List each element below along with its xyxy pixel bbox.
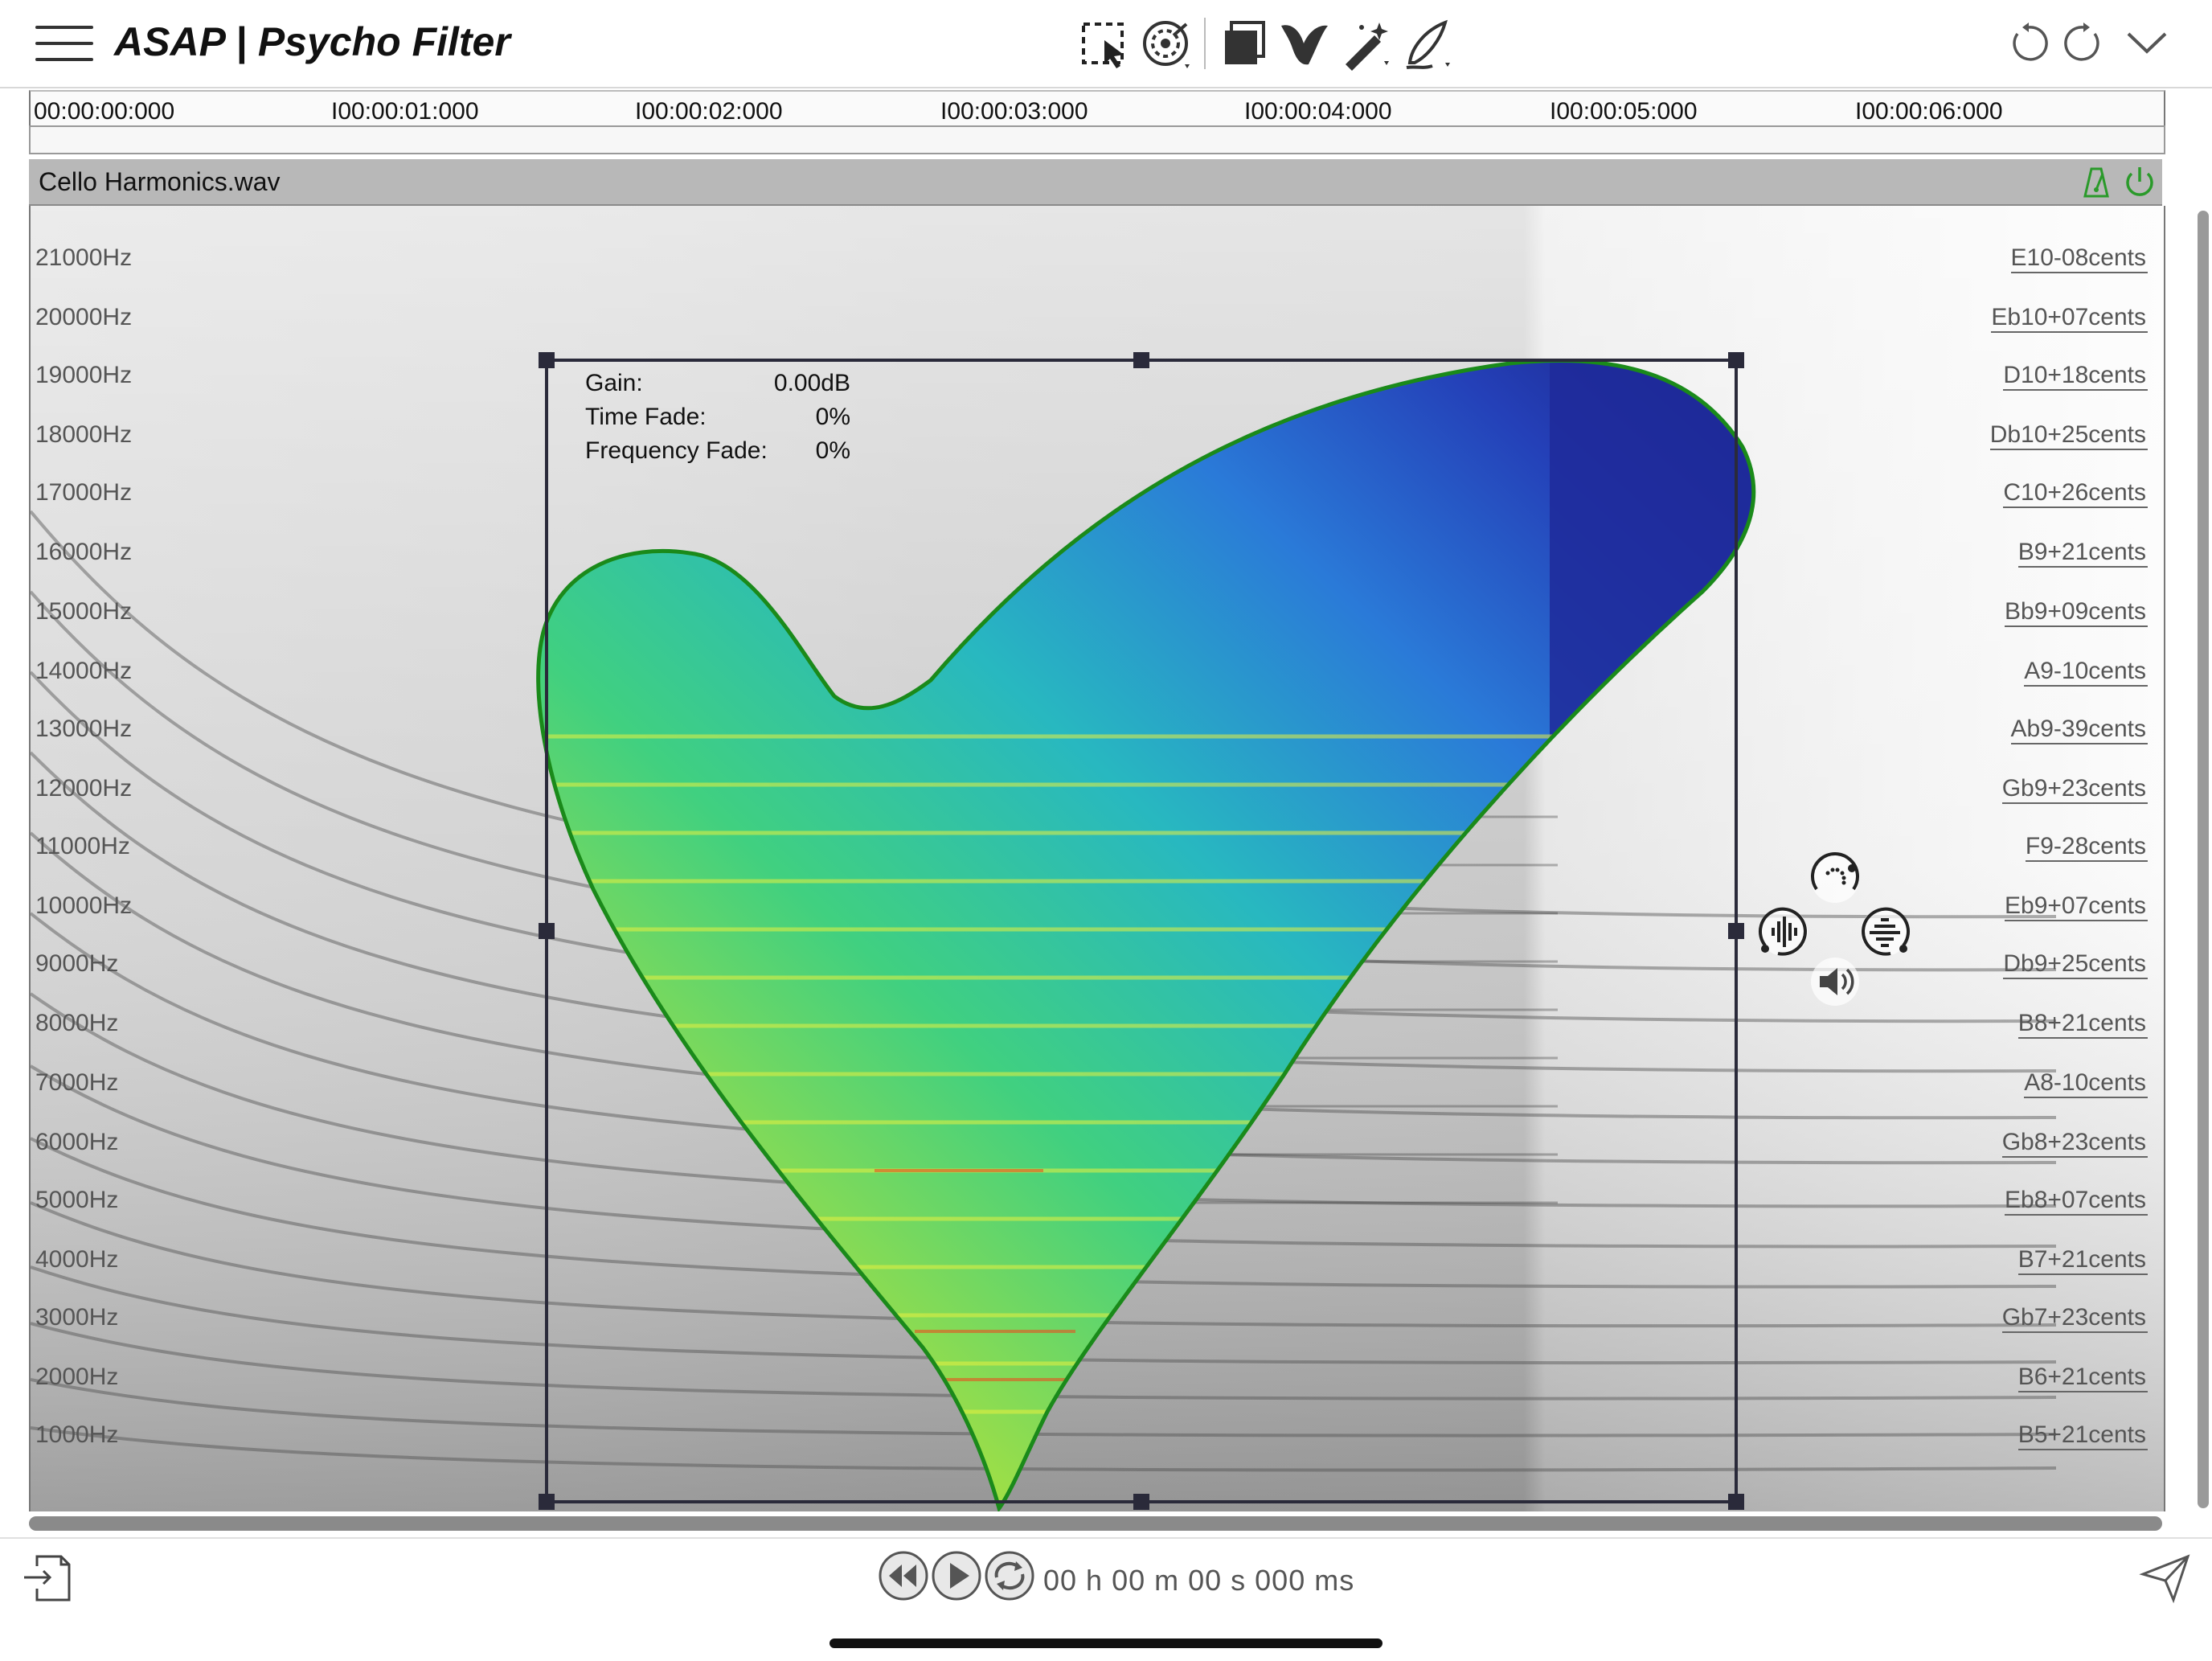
frequency-label: 16000Hz (35, 539, 133, 565)
frequency-label: 15000Hz (35, 598, 133, 625)
timeline-tick: I00:00:01:000 (331, 98, 479, 125)
resize-handle[interactable] (1728, 923, 1744, 939)
frequency-label: 7000Hz (35, 1069, 119, 1096)
pitch-label: A9-10cents (2024, 658, 2148, 687)
pen-icon[interactable] (1400, 16, 1456, 72)
frequency-fade-row[interactable]: Frequency Fade: 0% (585, 434, 850, 468)
pitch-label: Db10+25cents (1989, 421, 2148, 450)
frequency-label: 17000Hz (35, 479, 133, 506)
rewind-icon[interactable] (878, 1550, 929, 1602)
pitch-label: D10+18cents (2003, 362, 2148, 391)
timeline-tick: I00:00:05:000 (1550, 98, 1698, 125)
resize-handle[interactable] (539, 1494, 555, 1510)
frequency-label: 1000Hz (35, 1421, 119, 1448)
frequency-label: 3000Hz (35, 1304, 119, 1331)
brush-shape-icon[interactable] (1276, 16, 1333, 72)
horizontal-scrollbar[interactable] (29, 1516, 2162, 1531)
pitch-label: F9-28cents (2025, 833, 2148, 862)
frequency-fade-label: Frequency Fade: (585, 437, 768, 464)
share-icon[interactable] (2138, 1550, 2194, 1606)
pitch-label: E10-08cents (2010, 244, 2148, 273)
layers-icon[interactable] (1214, 16, 1270, 72)
resize-handle[interactable] (1728, 1494, 1744, 1510)
timeline-tick: I00:00:02:000 (635, 98, 783, 125)
resize-handle[interactable] (1133, 352, 1149, 368)
header-bar: ASAP | Psycho Filter (0, 0, 2212, 88)
timeline-tick: 00:00:00:000 (34, 98, 175, 125)
import-icon[interactable] (19, 1550, 76, 1606)
frequency-label: 9000Hz (35, 950, 119, 977)
gain-label: Gain: (585, 370, 643, 396)
frequency-label: 8000Hz (35, 1010, 119, 1036)
resize-handle[interactable] (1728, 352, 1744, 368)
pitch-label: B8+21cents (2017, 1010, 2148, 1039)
pitch-label: Db9+25cents (2003, 950, 2148, 979)
pitch-label: Ab9-39cents (2010, 716, 2148, 744)
power-icon[interactable] (2122, 164, 2157, 199)
frequency-label: 18000Hz (35, 421, 133, 448)
pitch-label: Eb10+07cents (1991, 304, 2148, 333)
vertical-scrollbar[interactable] (2198, 211, 2209, 1508)
time-fade-label: Time Fade: (585, 404, 707, 430)
gain-value[interactable]: 0.00dB (774, 367, 850, 400)
time-fade-value[interactable]: 0% (816, 400, 850, 434)
track-name: Cello Harmonics.wav (39, 167, 281, 196)
pitch-label: B9+21cents (2017, 539, 2148, 568)
resize-handle[interactable] (1133, 1494, 1149, 1510)
home-indicator[interactable] (830, 1638, 1382, 1648)
magic-wand-icon[interactable] (1337, 16, 1394, 72)
selection-info-panel: Gain: 0.00dB Time Fade: 0% Frequency Fad… (585, 367, 850, 468)
pitch-label: Eb9+07cents (2005, 892, 2148, 921)
lasso-radial-icon[interactable] (1138, 16, 1194, 72)
frequency-label: 14000Hz (35, 658, 133, 684)
pitch-label: B7+21cents (2017, 1246, 2148, 1275)
frequency-label: 13000Hz (35, 716, 133, 742)
chevron-down-icon[interactable] (2119, 16, 2175, 72)
pitch-label: Gb7+23cents (2001, 1304, 2148, 1333)
timeline-overview-bar[interactable] (29, 125, 2165, 154)
waveform-icon[interactable] (1754, 902, 1813, 962)
frequency-label: 12000Hz (35, 775, 133, 802)
frequency-label: 19000Hz (35, 362, 133, 388)
redo-icon[interactable] (2054, 16, 2111, 72)
pitch-label: B5+21cents (2017, 1421, 2148, 1450)
speaker-icon[interactable] (1805, 952, 1865, 1011)
hamburger-menu-icon[interactable] (35, 24, 93, 64)
rect-select-icon[interactable] (1077, 16, 1133, 72)
pitch-label: Gb9+23cents (2001, 775, 2148, 804)
gain-row[interactable]: Gain: 0.00dB (585, 367, 850, 400)
gain-knob-icon[interactable] (1805, 849, 1865, 908)
frequency-label: 11000Hz (35, 833, 130, 859)
pitch-label: B6+21cents (2017, 1364, 2148, 1392)
timeline-ruler[interactable]: 00:00:00:000 I00:00:01:000 I00:00:02:000… (29, 90, 2165, 129)
pitch-label: Bb9+09cents (2005, 598, 2148, 627)
frequency-label: 5000Hz (35, 1187, 119, 1213)
timeline-tick: I00:00:06:000 (1855, 98, 2003, 125)
frequency-fade-value[interactable]: 0% (816, 434, 850, 468)
timeline-tick: I00:00:03:000 (940, 98, 1088, 125)
app-title: ASAP | Psycho Filter (114, 19, 510, 64)
play-icon[interactable] (931, 1550, 982, 1602)
frequency-label: 20000Hz (35, 304, 133, 330)
frequency-label: 21000Hz (35, 244, 133, 271)
metronome-icon[interactable] (2079, 164, 2114, 199)
spectrogram-view[interactable]: 21000Hz 20000Hz 19000Hz 18000Hz 17000Hz … (29, 206, 2165, 1511)
track-header[interactable]: Cello Harmonics.wav (29, 159, 2162, 206)
undo-icon[interactable] (2001, 16, 2058, 72)
timeline-tick: I00:00:04:000 (1244, 98, 1392, 125)
time-fade-row[interactable]: Time Fade: 0% (585, 400, 850, 434)
toolbar-divider (1204, 18, 1206, 69)
pitch-label: A8-10cents (2024, 1069, 2148, 1098)
loop-icon[interactable] (984, 1550, 1035, 1602)
frequency-label: 6000Hz (35, 1129, 119, 1155)
pitch-label: Gb8+23cents (2001, 1129, 2148, 1158)
pitch-label: C10+26cents (2003, 479, 2148, 508)
pitch-label: Eb8+07cents (2005, 1187, 2148, 1216)
frequency-label: 4000Hz (35, 1246, 119, 1273)
resize-handle[interactable] (539, 352, 555, 368)
frequency-label: 10000Hz (35, 892, 133, 919)
time-readout: 00 h 00 m 00 s 000 ms (1043, 1564, 1355, 1597)
frequency-label: 2000Hz (35, 1364, 119, 1390)
resize-handle[interactable] (539, 923, 555, 939)
